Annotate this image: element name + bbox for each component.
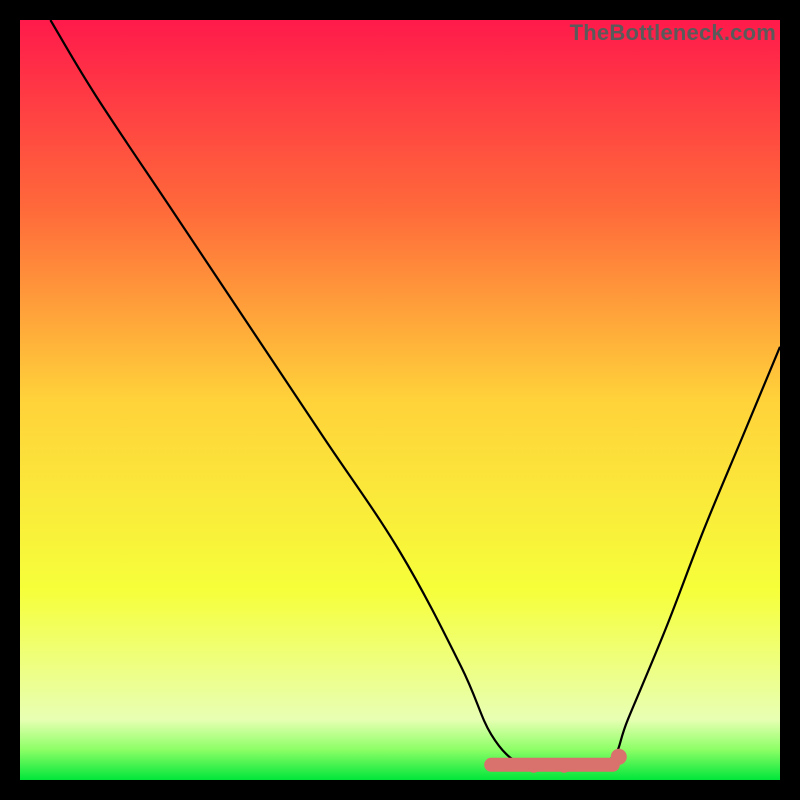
gradient-background	[20, 20, 780, 780]
chart-frame: TheBottleneck.com	[20, 20, 780, 780]
watermark-text: TheBottleneck.com	[570, 20, 776, 46]
chart-svg	[20, 20, 780, 780]
